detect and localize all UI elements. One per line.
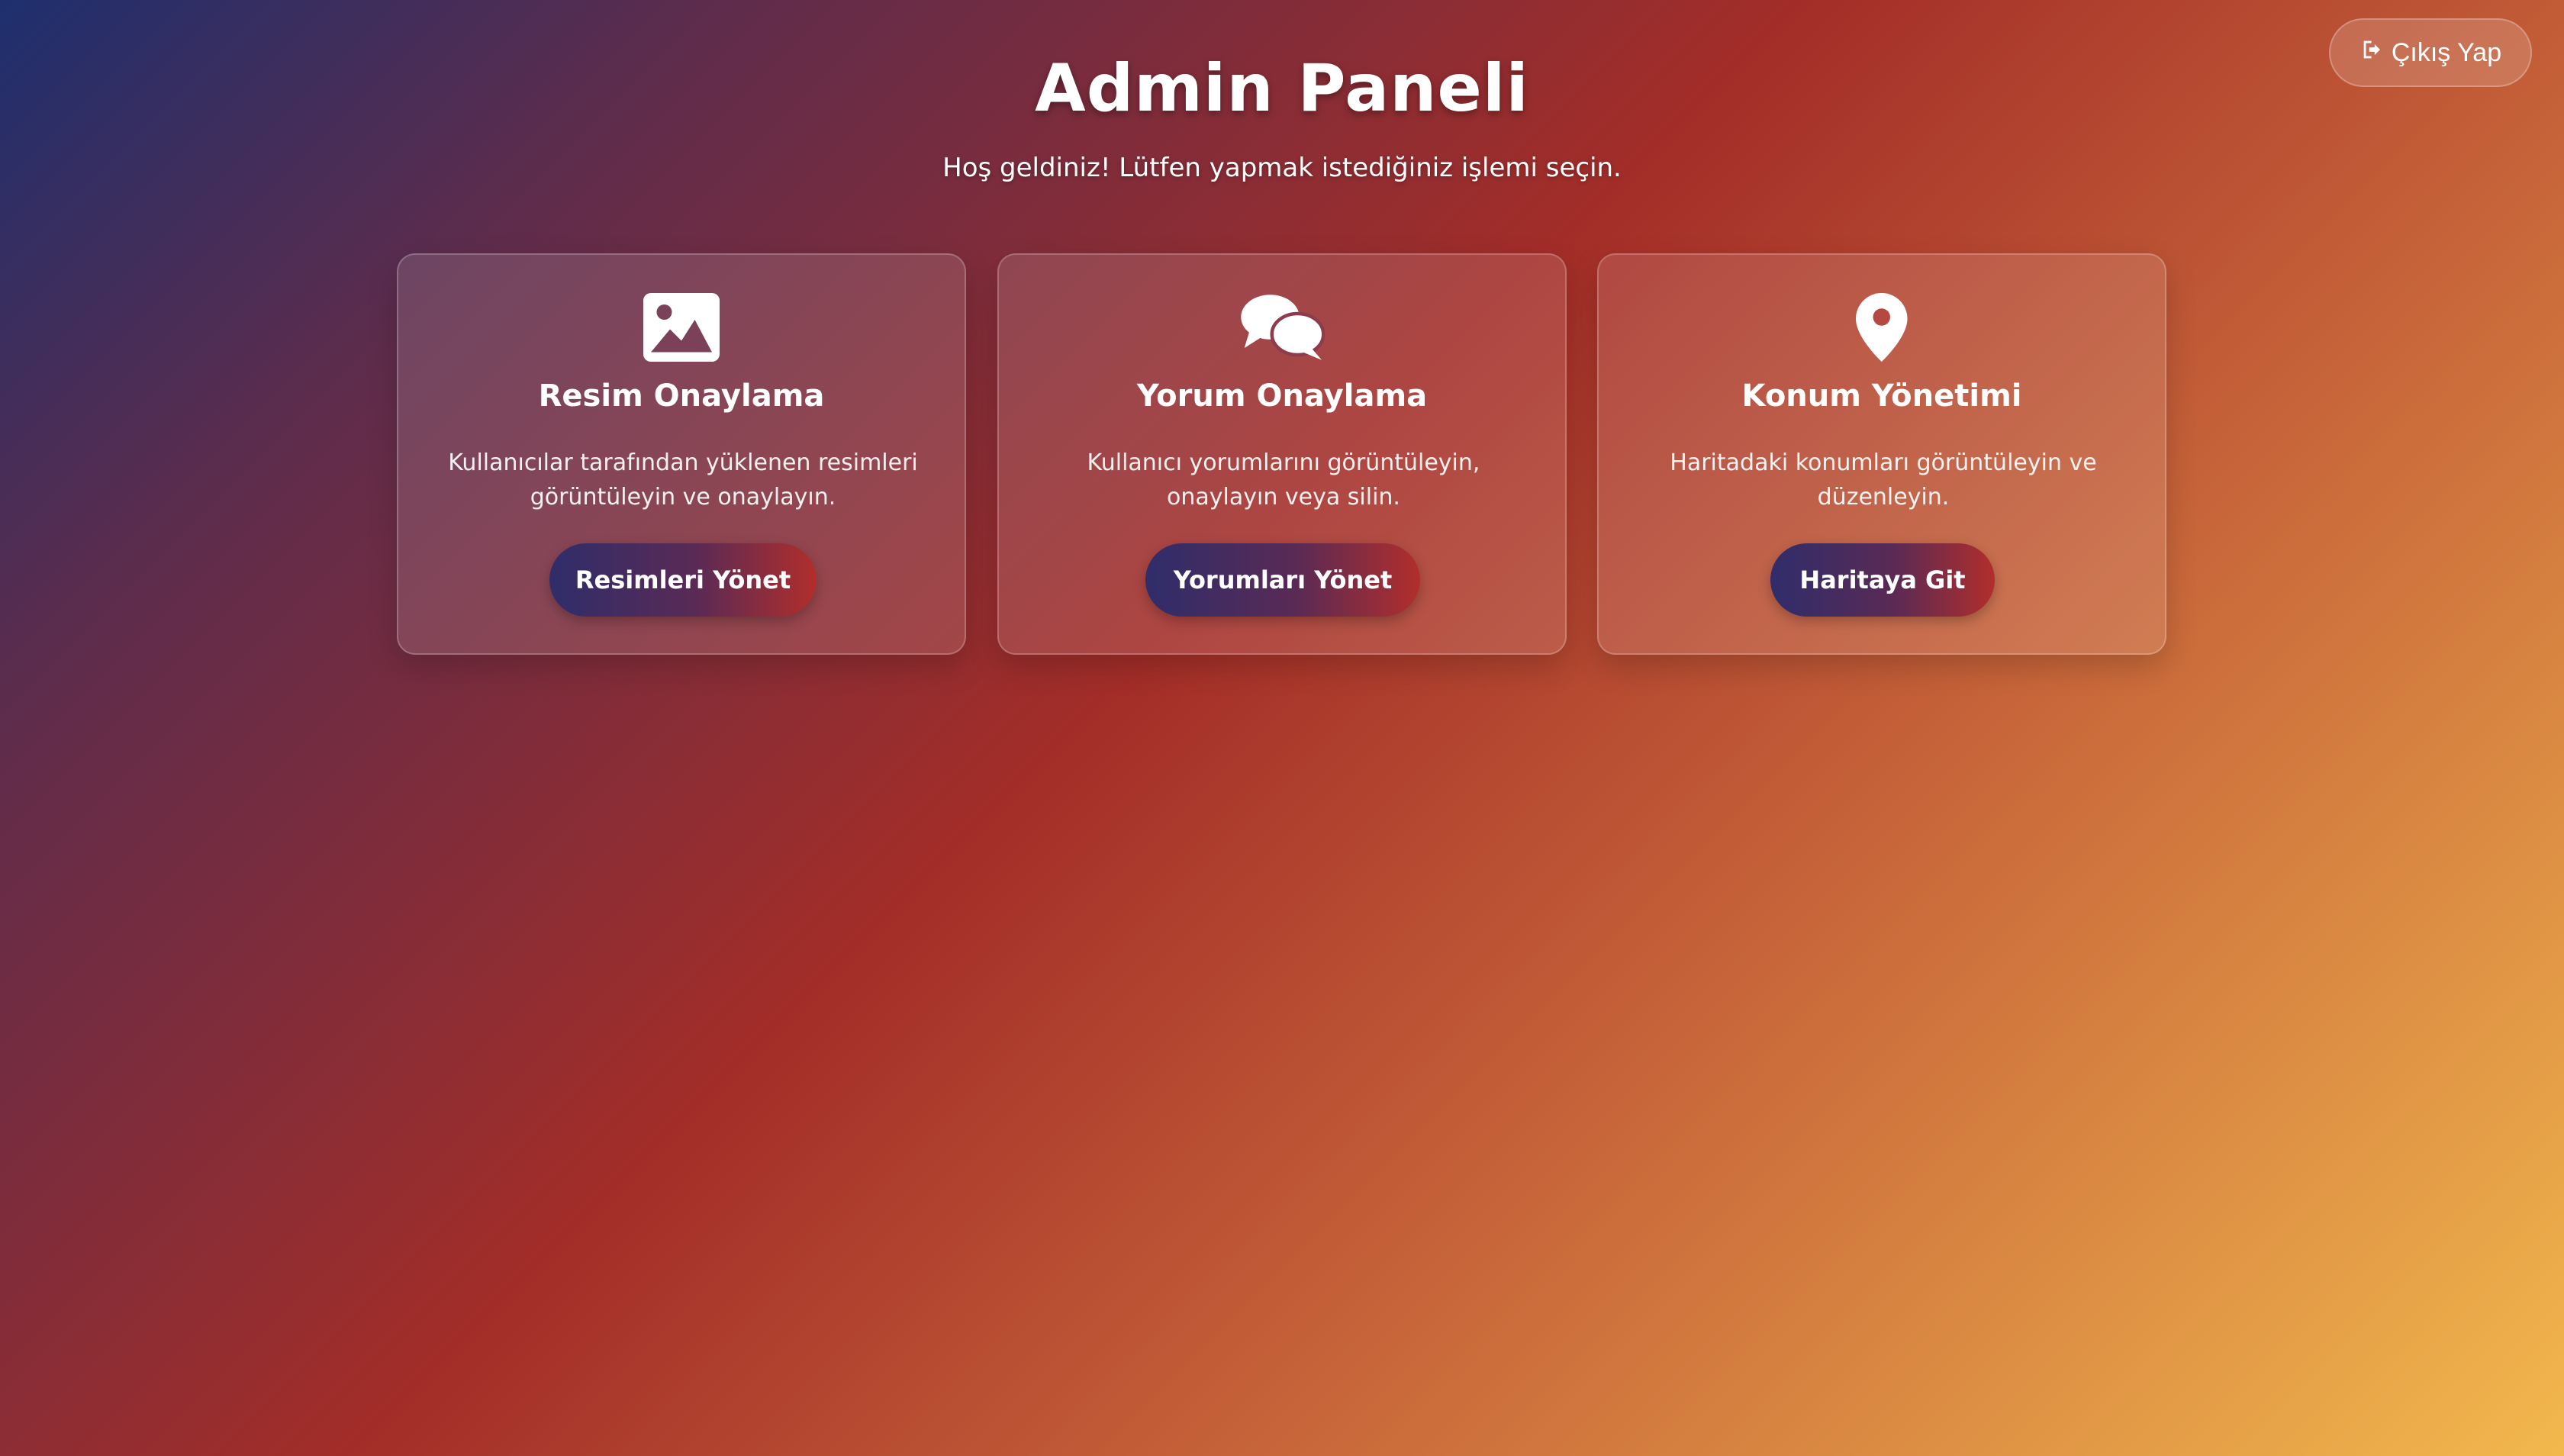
card-title: Resim Onaylama <box>538 378 825 414</box>
card-description: Haritadaki konumları görüntüleyin ve düz… <box>1670 449 2097 511</box>
card-image-approval: Resim Onaylama Kullanıcılar tarafından y… <box>397 253 966 655</box>
card-title: Yorum Onaylama <box>1136 378 1428 414</box>
card-location-management: Konum Yönetimi Haritadaki konumları görü… <box>1597 253 2166 655</box>
manage-comments-button[interactable]: Yorumları Yönet <box>1145 543 1420 617</box>
comments-icon <box>999 293 1565 362</box>
card-description: Kullanıcılar tarafından yüklenen resimle… <box>448 449 918 511</box>
go-to-map-button[interactable]: Haritaya Git <box>1770 543 1995 617</box>
map-marker-icon <box>1599 293 2165 362</box>
page-subtitle: Hoş geldiniz! Lütfen yapmak istediğiniz … <box>942 153 1622 183</box>
card-comment-approval: Yorum Onaylama Kullanıcı yorumlarını gör… <box>997 253 1567 655</box>
manage-images-button[interactable]: Resimleri Yönet <box>549 543 817 617</box>
image-icon <box>398 293 965 362</box>
page-title: Admin Paneli <box>1035 50 1529 127</box>
card-description: Kullanıcı yorumlarını görüntüleyin, onay… <box>1087 449 1480 511</box>
card-title: Konum Yönetimi <box>1741 378 2022 414</box>
